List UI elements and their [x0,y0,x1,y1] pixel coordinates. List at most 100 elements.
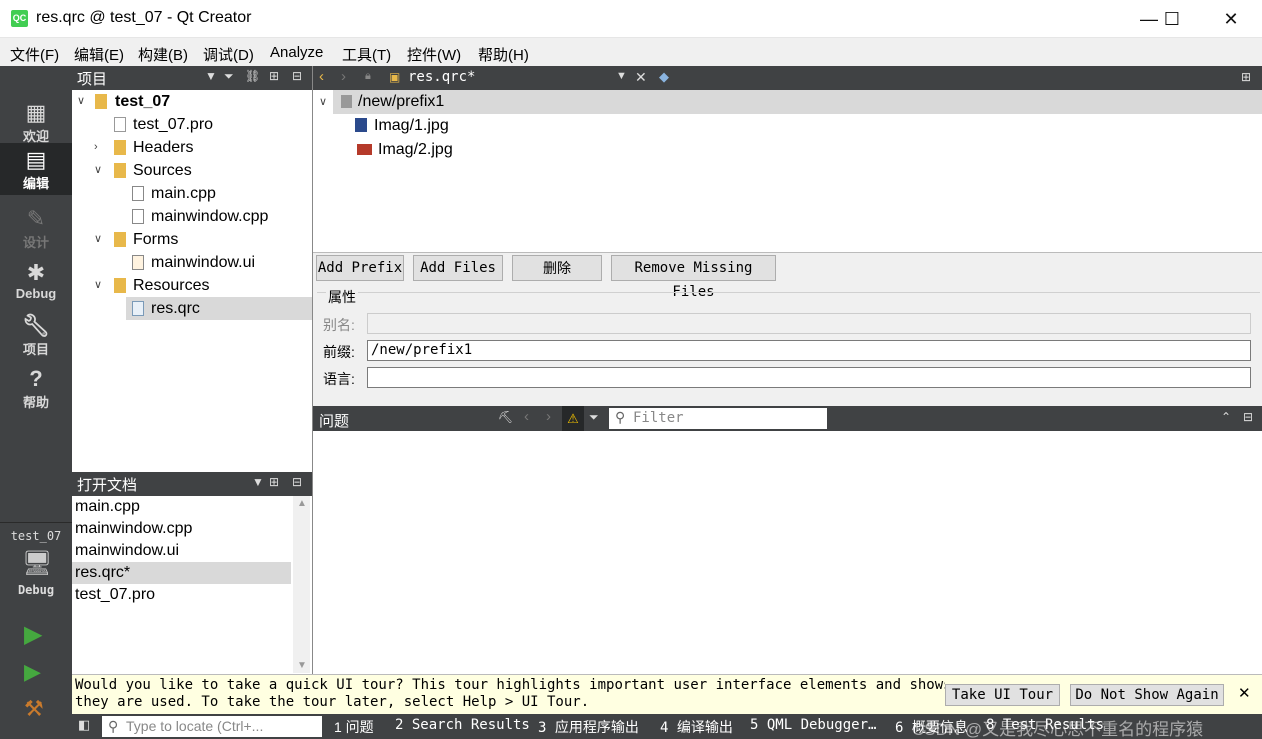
alias-field[interactable] [367,313,1251,334]
open-docs-scrollbar[interactable]: ▲ ▼ [293,496,310,673]
mode-design[interactable]: ✎ 设计 [0,202,72,254]
tree-row-headers[interactable]: › Headers [72,136,312,159]
close-panel-icon[interactable]: ⊟ [292,69,302,83]
target-selector[interactable]: 🖥︎ [22,549,52,579]
run-button[interactable]: ▶ [24,622,50,648]
qrc-file-icon [132,301,144,316]
menu-build[interactable]: 构建(B) [138,44,188,65]
list-item[interactable]: test_07.pro [72,584,291,606]
mode-debug[interactable]: ✱ Debug [0,256,72,308]
tree-row-pro[interactable]: test_07.pro [72,113,312,136]
mode-projects-label: 项目 [22,342,49,357]
close-panel-icon[interactable]: ⊟ [292,475,302,489]
back-button[interactable]: ‹ [319,68,324,85]
tab-issues[interactable]: 1 问题 [334,717,374,737]
mode-projects[interactable]: 🔧︎ 项目 [0,309,72,361]
tab-search-results[interactable]: 2 Search Results [395,717,530,733]
tree-label: main.cpp [151,185,216,202]
scroll-up-icon[interactable]: ▲ [297,498,307,509]
remove-missing-files-button[interactable]: Remove Missing Files [611,255,776,300]
close-editor-icon[interactable]: ✕ [635,69,647,86]
chevron-down-icon[interactable]: ∨ [77,90,85,113]
tour-message: Would you like to take a quick UI tour? … [75,677,945,711]
prefix-row[interactable]: ∨ /new/prefix1 [319,90,1262,114]
file-dropdown-icon[interactable]: ▼ [616,70,627,82]
maximize-button[interactable]: ☐ [1149,0,1195,38]
menu-debug[interactable]: 调试(D) [203,44,254,65]
split-icon[interactable]: ⊞ [269,475,279,489]
list-item[interactable]: main.cpp [72,496,291,518]
current-file-name[interactable]: res.qrc* [408,69,475,85]
mode-edit[interactable]: ▤ 编辑 [0,143,72,195]
cpp-file-icon [132,186,144,201]
chevron-down-icon[interactable]: ∨ [319,90,327,114]
window-title: res.qrc @ test_07 - Qt Creator [36,9,252,26]
tree-row-forms[interactable]: ∨ Forms [72,228,312,251]
toggle-sidebar-icon[interactable]: ◧ [78,717,90,733]
delete-button[interactable]: 删除 [512,255,602,281]
resource-file-label: Imag/1.jpg [374,117,449,134]
prev-issue-button[interactable]: ‹ [524,408,529,425]
tree-row-mainwindow-cpp[interactable]: mainwindow.cpp [72,205,312,228]
chevron-down-icon[interactable]: ∨ [94,274,102,297]
close-infobar-icon[interactable]: ✕ [1238,684,1251,702]
take-ui-tour-button[interactable]: Take UI Tour [945,684,1060,706]
split-icon[interactable]: ⊞ [269,69,279,83]
list-item[interactable]: res.qrc* [72,562,291,584]
image-file-icon [355,118,367,132]
maximize-pane-icon[interactable]: ⌃ [1221,410,1231,424]
scroll-down-icon[interactable]: ▼ [297,660,307,671]
list-item[interactable]: mainwindow.cpp [72,518,291,540]
tree-row-project[interactable]: ∨ test_07 [72,90,312,113]
link-icon[interactable]: ⛓ [245,69,260,83]
menu-file[interactable]: 文件(F) [10,44,59,65]
tree-row-resources[interactable]: ∨ Resources [72,274,312,297]
chevron-down-icon[interactable]: ∨ [94,228,102,251]
add-prefix-button[interactable]: Add Prefix [316,255,404,281]
chevron-down-icon[interactable]: ∨ [94,159,102,182]
menu-analyze[interactable]: Analyze [270,44,323,61]
menu-tools[interactable]: 工具(T) [342,44,391,65]
do-not-show-again-button[interactable]: Do Not Show Again [1070,684,1224,706]
tour-message-line2: they are used. To take the tour later, s… [75,694,590,710]
tab-application-output[interactable]: 3 应用程序输出 [538,717,639,737]
tab-compile-output[interactable]: 4 编译输出 [660,717,733,737]
tree-row-main-cpp[interactable]: main.cpp [72,182,312,205]
debug-run-button[interactable]: ▶ [24,659,50,685]
mode-welcome[interactable]: ▦ 欢迎 [0,96,72,148]
run-icon: ▶ [24,621,43,648]
locator-input[interactable]: ⚲ Type to locate (Ctrl+... [102,716,322,737]
menu-widgets[interactable]: 控件(W) [407,44,461,65]
split-editor-icon[interactable]: ⊞ [1241,70,1251,84]
close-window-button[interactable]: ✕ [1208,0,1254,38]
open-docs-title: 打开文档 [77,477,138,494]
filter-icon[interactable]: ⏷ [224,69,234,84]
mode-help[interactable]: ? 帮助 [0,362,72,414]
properties-title: 属性 [326,287,358,307]
dropdown-arrow-icon[interactable]: ▼ [252,475,264,489]
tree-row-mainwindow-ui[interactable]: mainwindow.ui [72,251,312,274]
next-issue-button[interactable]: › [546,408,551,425]
ui-tour-infobar: Would you like to take a quick UI tour? … [72,674,1262,714]
filter-icon[interactable]: ⏷ [589,410,599,425]
dropdown-arrow-icon[interactable]: ▼ [205,69,217,83]
tree-row-sources[interactable]: ∨ Sources [72,159,312,182]
symbol-icon[interactable]: ◆ [659,69,669,85]
menu-edit[interactable]: 编辑(E) [74,44,124,65]
chevron-right-icon[interactable]: › [94,136,98,159]
close-pane-icon[interactable]: ⊟ [1243,410,1253,424]
build-issues-icon[interactable]: ⛏ [498,410,513,424]
tree-row-res-qrc[interactable]: res.qrc [126,297,312,320]
list-item[interactable]: mainwindow.ui [72,540,291,562]
language-field[interactable] [367,367,1251,388]
build-button[interactable]: ⚒ [24,696,50,722]
tab-qml-debugger[interactable]: 5 QML Debugger… [750,717,876,733]
issues-filter-input[interactable]: ⚲ Filter [609,408,827,429]
prefix-field[interactable]: /new/prefix1 [367,340,1251,361]
menu-help[interactable]: 帮助(H) [478,44,529,65]
add-files-button[interactable]: Add Files [413,255,503,281]
warning-filter-icon[interactable]: ⚠ [562,406,584,431]
tree-label: test_07.pro [133,116,214,133]
forward-button[interactable]: › [341,68,346,85]
alias-label: 别名: [323,317,355,333]
